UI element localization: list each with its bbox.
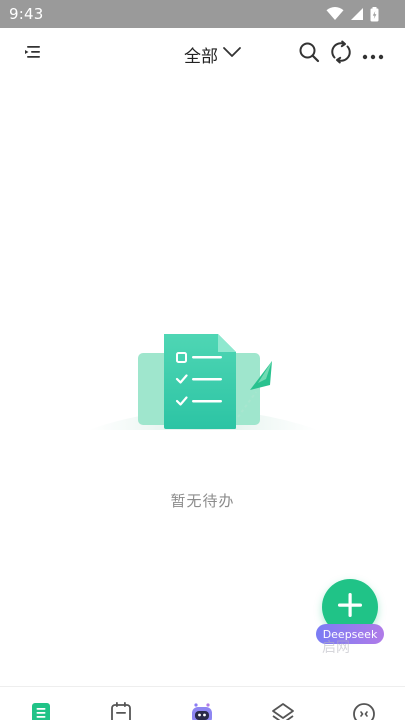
menu-icon xyxy=(23,43,43,65)
search-icon xyxy=(298,41,320,67)
chevron-down-icon xyxy=(222,44,242,64)
status-time: 9:43 xyxy=(9,5,44,23)
app-header: 全部 xyxy=(0,28,405,80)
watermark: 启网 xyxy=(322,640,350,656)
more-icon xyxy=(362,45,384,64)
filter-dropdown[interactable]: 全部 xyxy=(184,42,242,67)
bottom-nav xyxy=(0,686,405,720)
calendar-icon xyxy=(110,701,132,720)
ai-robot-icon xyxy=(190,701,214,720)
layers-icon xyxy=(271,701,295,720)
signal-icon xyxy=(350,7,364,21)
todo-list-icon xyxy=(30,701,52,720)
status-bar: 9:43 xyxy=(0,0,405,28)
nav-item-todo[interactable] xyxy=(28,701,54,720)
empty-state-illustration xyxy=(78,325,328,445)
sync-icon xyxy=(329,40,353,68)
empty-state-message: 暂无待办 xyxy=(170,492,235,510)
more-button[interactable] xyxy=(359,40,387,68)
plus-icon xyxy=(337,592,363,622)
nav-item-ai[interactable] xyxy=(189,701,215,720)
sync-button[interactable] xyxy=(327,40,355,68)
profile-face-icon xyxy=(352,701,376,720)
status-icons xyxy=(326,6,379,22)
battery-icon xyxy=(370,6,379,22)
menu-button[interactable] xyxy=(19,40,47,68)
wifi-icon xyxy=(326,7,344,21)
nav-item-layers[interactable] xyxy=(270,701,296,720)
nav-item-profile[interactable] xyxy=(351,701,377,720)
nav-item-calendar[interactable] xyxy=(108,701,134,720)
filter-label: 全部 xyxy=(184,46,218,67)
search-button[interactable] xyxy=(295,40,323,68)
